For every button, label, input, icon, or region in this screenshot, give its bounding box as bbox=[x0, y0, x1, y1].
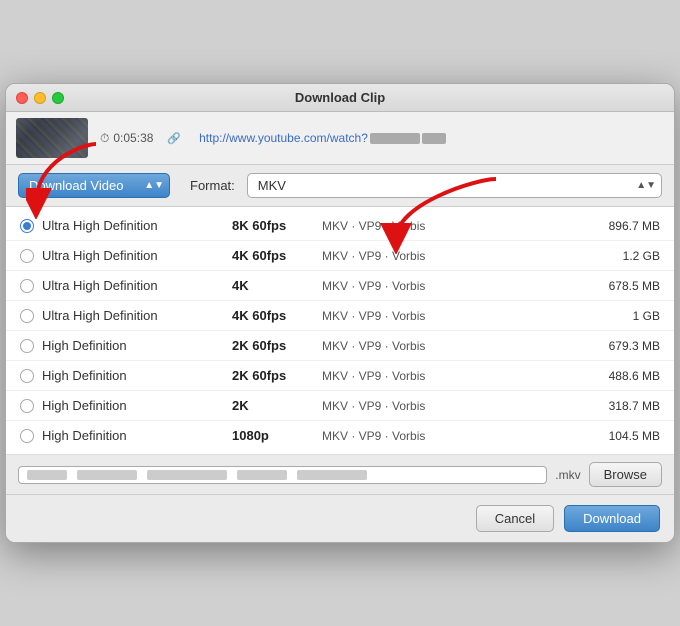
radio-col bbox=[20, 219, 42, 233]
quality-label: Ultra High Definition bbox=[42, 218, 232, 233]
quality-label: Ultra High Definition bbox=[42, 308, 232, 323]
resolution-label: 2K 60fps bbox=[232, 368, 322, 383]
video-thumbnail bbox=[16, 118, 88, 158]
browse-button[interactable]: Browse bbox=[589, 462, 662, 487]
duration-text: 0:05:38 bbox=[113, 131, 153, 145]
resolution-label: 8K 60fps bbox=[232, 218, 322, 233]
url-text: http://www.youtube.com/watch? bbox=[199, 131, 446, 145]
path-display bbox=[18, 466, 547, 484]
size-label: 679.3 MB bbox=[580, 339, 660, 353]
action-bar: Cancel Download bbox=[6, 495, 674, 542]
radio-col bbox=[20, 399, 42, 413]
radio-col bbox=[20, 369, 42, 383]
type-select-wrapper: Download VideoDownload AudioDownload Sub… bbox=[18, 173, 170, 198]
size-label: 318.7 MB bbox=[580, 399, 660, 413]
resolution-label: 4K 60fps bbox=[232, 308, 322, 323]
footer-path-bar: .mkv Browse bbox=[6, 455, 674, 495]
codec-label: MKV · VP9 · Vorbis bbox=[322, 279, 580, 293]
clock-icon: ⏱ bbox=[100, 131, 109, 146]
codec-label: MKV · VP9 · Vorbis bbox=[322, 369, 580, 383]
format-label: Format: bbox=[190, 178, 235, 193]
list-item[interactable]: Ultra High Definition4K 60fpsMKV · VP9 ·… bbox=[6, 301, 674, 331]
controls-bar: Download VideoDownload AudioDownload Sub… bbox=[6, 165, 674, 207]
quality-label: High Definition bbox=[42, 398, 232, 413]
download-clip-window: Download Clip ⏱ 0:05:38 🔗 http://www.you… bbox=[5, 83, 675, 543]
quality-label: High Definition bbox=[42, 428, 232, 443]
list-item[interactable]: High Definition1080pMKV · VP9 · Vorbis10… bbox=[6, 421, 674, 450]
resolution-label: 1080p bbox=[232, 428, 322, 443]
codec-label: MKV · VP9 · Vorbis bbox=[322, 219, 580, 233]
meta-info: ⏱ 0:05:38 🔗 http://www.youtube.com/watch… bbox=[100, 131, 664, 146]
title-bar: Download Clip bbox=[6, 84, 674, 112]
resolution-label: 2K bbox=[232, 398, 322, 413]
size-label: 896.7 MB bbox=[580, 219, 660, 233]
size-label: 104.5 MB bbox=[580, 429, 660, 443]
size-label: 1.2 GB bbox=[580, 249, 660, 263]
path-blur-4 bbox=[237, 470, 287, 480]
quality-label: Ultra High Definition bbox=[42, 278, 232, 293]
radio-button[interactable] bbox=[20, 369, 34, 383]
codec-label: MKV · VP9 · Vorbis bbox=[322, 399, 580, 413]
traffic-lights bbox=[16, 92, 64, 104]
ext-label: .mkv bbox=[555, 468, 580, 482]
radio-button[interactable] bbox=[20, 429, 34, 443]
resolution-label: 4K bbox=[232, 278, 322, 293]
codec-label: MKV · VP9 · Vorbis bbox=[322, 309, 580, 323]
window-title: Download Clip bbox=[295, 90, 385, 105]
size-label: 678.5 MB bbox=[580, 279, 660, 293]
info-bar: ⏱ 0:05:38 🔗 http://www.youtube.com/watch… bbox=[6, 112, 674, 165]
quality-label: Ultra High Definition bbox=[42, 248, 232, 263]
download-button[interactable]: Download bbox=[564, 505, 660, 532]
type-select[interactable]: Download VideoDownload AudioDownload Sub… bbox=[18, 173, 170, 198]
quality-list: Ultra High Definition8K 60fpsMKV · VP9 ·… bbox=[6, 207, 674, 455]
cancel-button[interactable]: Cancel bbox=[476, 505, 554, 532]
list-item[interactable]: High Definition2K 60fpsMKV · VP9 · Vorbi… bbox=[6, 361, 674, 391]
maximize-button[interactable] bbox=[52, 92, 64, 104]
codec-label: MKV · VP9 · Vorbis bbox=[322, 249, 580, 263]
radio-button[interactable] bbox=[20, 399, 34, 413]
list-item[interactable]: High Definition2KMKV · VP9 · Vorbis318.7… bbox=[6, 391, 674, 421]
radio-col bbox=[20, 249, 42, 263]
radio-button[interactable] bbox=[20, 249, 34, 263]
resolution-label: 2K 60fps bbox=[232, 338, 322, 353]
path-blur-5 bbox=[297, 470, 367, 480]
quality-label: High Definition bbox=[42, 338, 232, 353]
list-item[interactable]: Ultra High Definition4K 60fpsMKV · VP9 ·… bbox=[6, 241, 674, 271]
path-blur-2 bbox=[77, 470, 137, 480]
radio-col bbox=[20, 309, 42, 323]
radio-button[interactable] bbox=[20, 309, 34, 323]
format-select-wrapper: MKVMP4AVIMOVWMV ▲▼ bbox=[247, 173, 662, 198]
quality-label: High Definition bbox=[42, 368, 232, 383]
radio-col bbox=[20, 339, 42, 353]
format-select[interactable]: MKVMP4AVIMOVWMV bbox=[247, 173, 662, 198]
radio-button[interactable] bbox=[20, 339, 34, 353]
size-label: 1 GB bbox=[580, 309, 660, 323]
list-item[interactable]: High Definition2K 60fpsMKV · VP9 · Vorbi… bbox=[6, 331, 674, 361]
radio-button[interactable] bbox=[20, 279, 34, 293]
codec-label: MKV · VP9 · Vorbis bbox=[322, 429, 580, 443]
duration-display: ⏱ 0:05:38 bbox=[100, 131, 153, 146]
radio-col bbox=[20, 279, 42, 293]
radio-button[interactable] bbox=[20, 219, 34, 233]
radio-col bbox=[20, 429, 42, 443]
codec-label: MKV · VP9 · Vorbis bbox=[322, 339, 580, 353]
minimize-button[interactable] bbox=[34, 92, 46, 104]
resolution-label: 4K 60fps bbox=[232, 248, 322, 263]
close-button[interactable] bbox=[16, 92, 28, 104]
path-blur-1 bbox=[27, 470, 67, 480]
size-label: 488.6 MB bbox=[580, 369, 660, 383]
link-icon: 🔗 bbox=[167, 132, 181, 145]
list-item[interactable]: Ultra High Definition4KMKV · VP9 · Vorbi… bbox=[6, 271, 674, 301]
list-item[interactable]: Ultra High Definition8K 60fpsMKV · VP9 ·… bbox=[6, 211, 674, 241]
path-blur-3 bbox=[147, 470, 227, 480]
